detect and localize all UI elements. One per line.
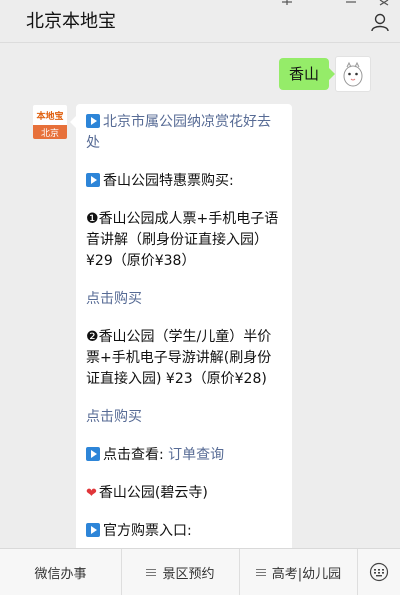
buy-link-2[interactable]: 点击购买 (86, 407, 284, 428)
play-icon (86, 523, 100, 537)
menu-tab-wechat-services[interactable]: 微信办事 (0, 549, 122, 595)
bot-avatar[interactable]: 本地宝 北京 (33, 105, 67, 139)
bot-avatar-city-text: 北京 (33, 125, 67, 139)
chat-header: 北京本地宝 (0, 0, 400, 43)
person-icon[interactable] (370, 12, 390, 32)
buy-link-1[interactable]: 点击购买 (86, 289, 284, 310)
bot-line-2: 香山公园特惠票购买: (86, 171, 284, 192)
user-message-text: 香山 (289, 65, 320, 83)
menu-tab-exam-kindergarten[interactable]: 高考|幼儿园 (240, 549, 358, 595)
play-icon (86, 114, 100, 128)
menu-icon (146, 567, 157, 578)
ticket-item-1: ❶香山公园成人票+手机电子语音讲解（刷身份证直接入园）¥29（原价¥38） (86, 211, 279, 269)
number-two-icon: ❷ (86, 329, 99, 345)
play-icon (86, 447, 100, 461)
minimize-icon[interactable] (345, 0, 357, 6)
bottom-menu: 微信办事 景区预约 高考|幼儿园 (0, 548, 400, 595)
heart-line: ❤ 香山公园(碧云寺) (86, 485, 208, 501)
close-icon[interactable] (378, 0, 390, 6)
bot-message-bubble: 北京市属公园纳凉赏花好去处 香山公园特惠票购买: ❶香山公园成人票+手机电子语音… (70, 104, 292, 554)
order-query-link[interactable]: 订单查询 (168, 447, 224, 463)
menu-tab-scenic-booking[interactable]: 景区预约 (122, 549, 240, 595)
user-message-bubble: 香山 (279, 58, 336, 90)
user-avatar-image (343, 61, 363, 87)
user-avatar[interactable] (335, 56, 371, 92)
play-icon (86, 173, 100, 187)
add-icon[interactable] (280, 0, 294, 6)
chat-title: 北京本地宝 (26, 11, 116, 32)
keyboard-icon[interactable] (358, 549, 400, 595)
bot-avatar-logo-text: 本地宝 (36, 111, 64, 122)
official-entry-line: 官方购票入口: (86, 521, 284, 542)
bot-line-1[interactable]: 北京市属公园纳凉赏花好去处 (86, 112, 284, 154)
order-query-line: 点击查看: 订单查询 (86, 445, 284, 466)
article-link[interactable]: 北京市属公园纳凉赏花好去处 (86, 114, 271, 151)
menu-icon (255, 567, 266, 578)
keyboard-icon-graphic (369, 562, 389, 582)
number-one-icon: ❶ (86, 211, 99, 227)
heart-icon: ❤ (86, 486, 97, 501)
ticket-item-2: ❷香山公园（学生/儿童）半价票+手机电子导游讲解(刷身份证直接入园) ¥23（原… (86, 329, 272, 387)
